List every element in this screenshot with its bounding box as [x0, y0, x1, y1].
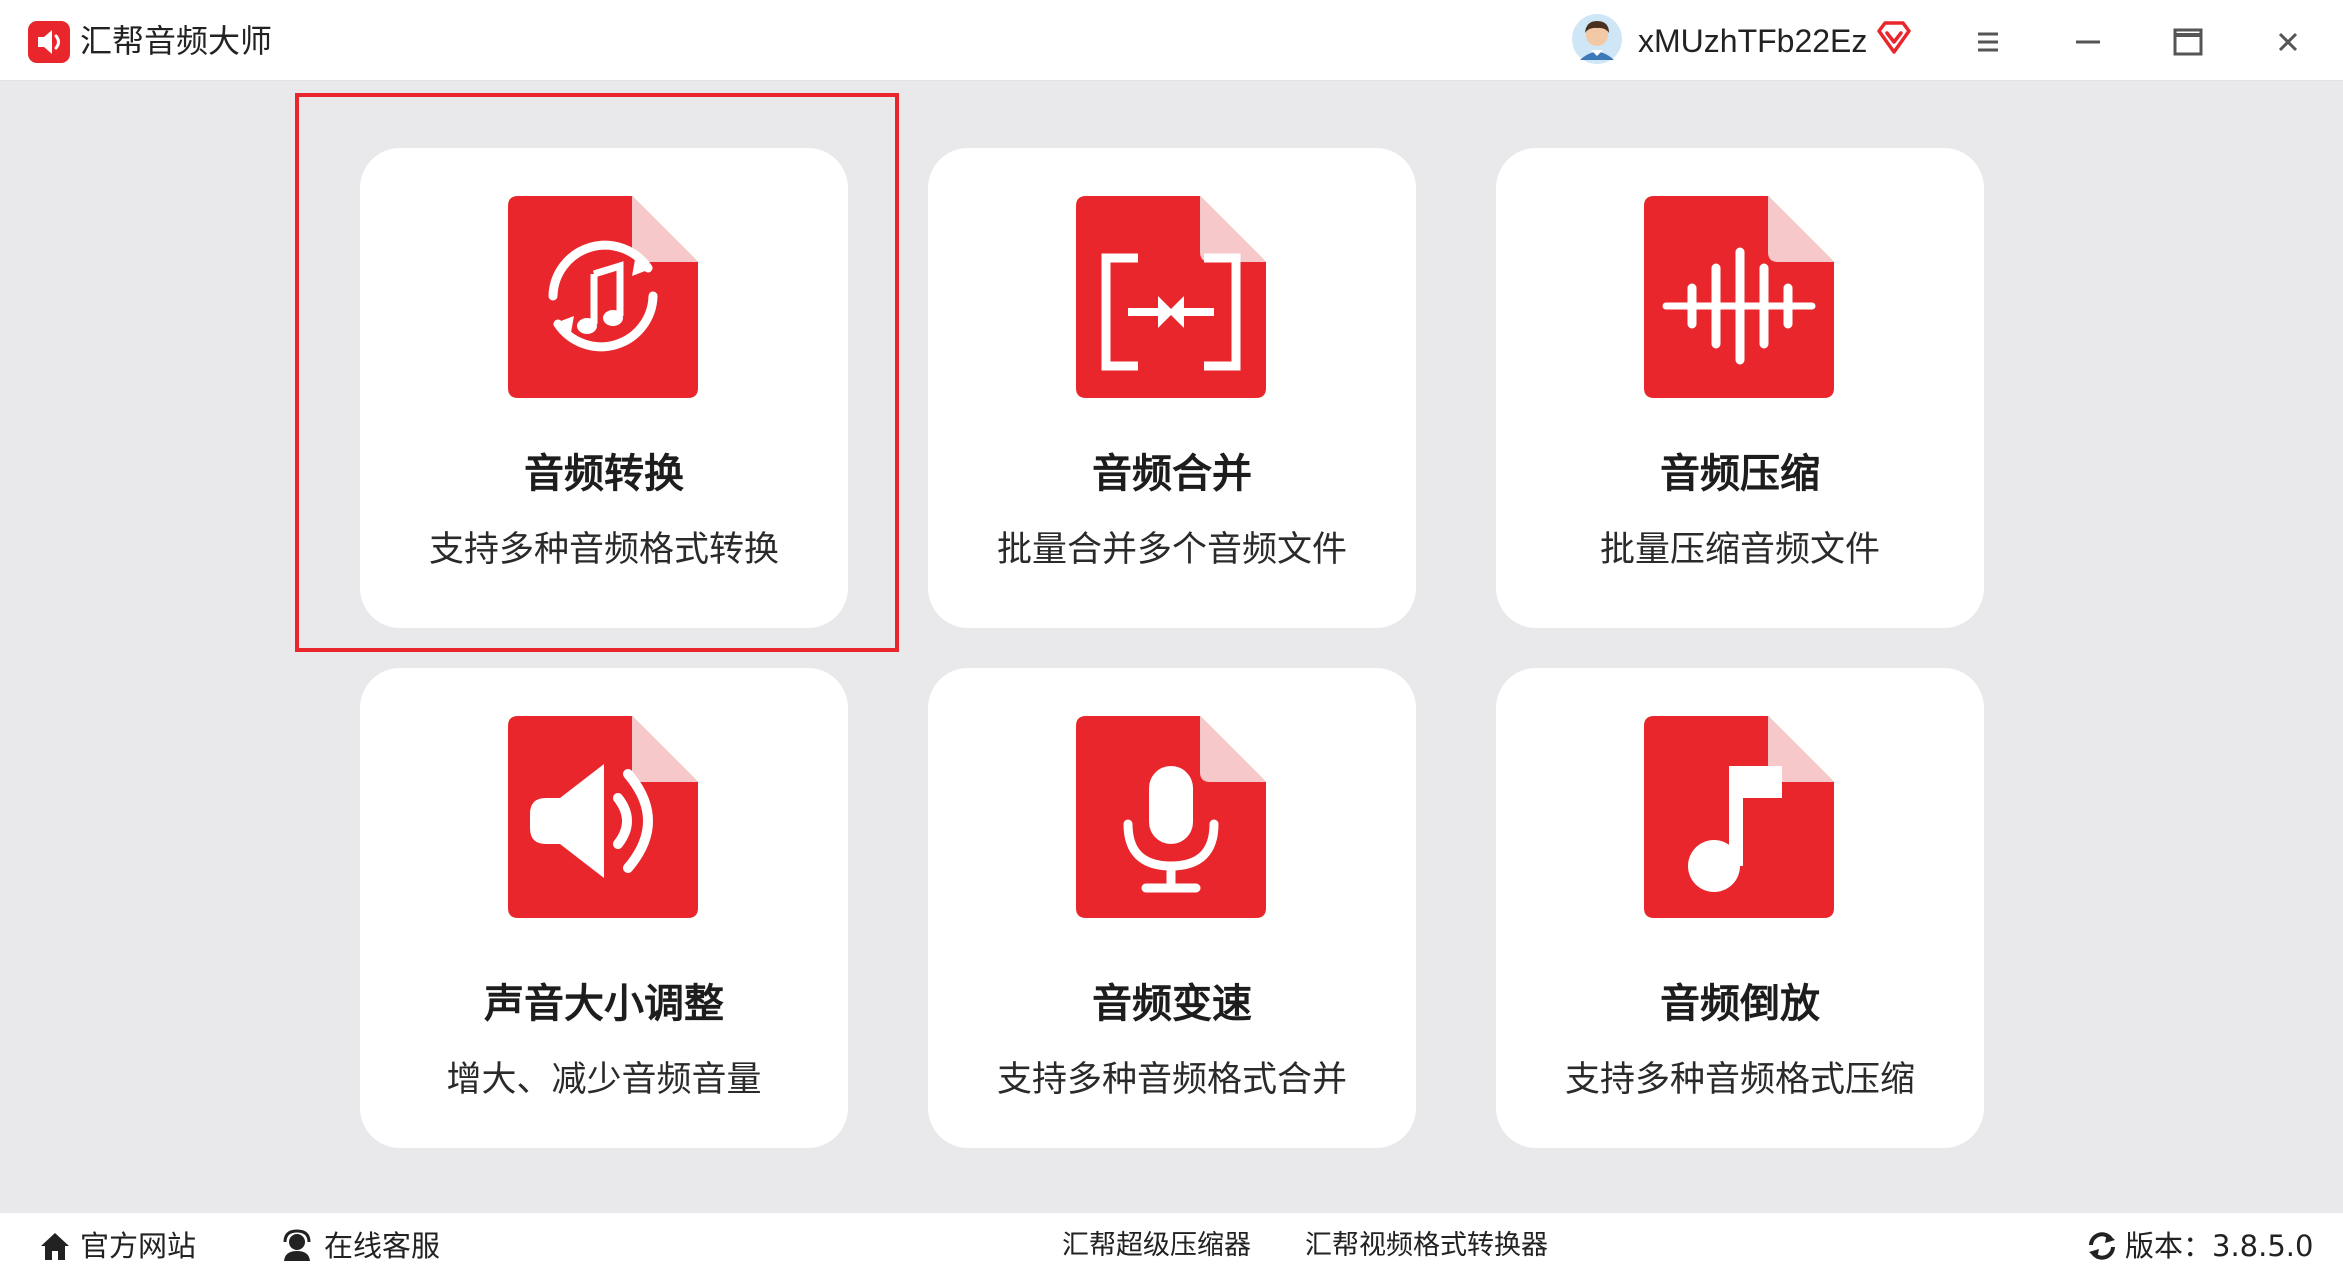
selected-highlight-frame — [295, 93, 899, 652]
tool-card-audio-merge[interactable]: 音频合并 批量合并多个音频文件 — [928, 148, 1416, 628]
username[interactable]: xMUzhTFb22Ez — [1638, 18, 1867, 64]
card-title: 音频变速 — [1092, 981, 1252, 1027]
music-note-icon — [1644, 716, 1834, 918]
tool-card-volume-adjust[interactable]: 声音大小调整 增大、减少音频音量 — [360, 668, 848, 1148]
tool-card-audio-reverse[interactable]: 音频倒放 支持多种音频格式压缩 — [1496, 668, 1984, 1148]
version-info[interactable]: 版本：3.8.5.0 — [2085, 1213, 2335, 1279]
status-bar: 官方网站 在线客服 汇帮超级压缩器 汇帮视频格式转换器 版本：3.8.5.0 — [0, 1213, 2343, 1279]
minimize-icon[interactable] — [2068, 22, 2108, 62]
title-bar: 汇帮音频大师 xMUzhTFb22Ez — [0, 0, 2343, 81]
card-title: 声音大小调整 — [484, 981, 724, 1027]
headset-icon — [283, 1229, 311, 1261]
microphone-icon — [1076, 716, 1266, 918]
audio-compress-icon — [1644, 196, 1834, 398]
user-avatar-icon[interactable] — [1572, 14, 1622, 64]
card-title: 音频压缩 — [1660, 451, 1820, 497]
card-desc: 支持多种音频格式压缩 — [1564, 1060, 1915, 1100]
hamburger-menu-icon[interactable] — [1968, 22, 2008, 62]
version-label: 版本：3.8.5.0 — [2125, 1229, 2314, 1263]
app-title: 汇帮音频大师 — [80, 22, 273, 60]
online-support-link[interactable]: 在线客服 — [280, 1213, 460, 1279]
card-desc: 批量压缩音频文件 — [1599, 530, 1880, 570]
official-website-label: 官方网站 — [80, 1229, 197, 1263]
online-support-label: 在线客服 — [324, 1229, 441, 1263]
card-desc: 支持多种音频格式合并 — [996, 1060, 1347, 1100]
speaker-logo-icon — [28, 21, 70, 63]
volume-adjust-icon — [508, 716, 698, 918]
super-compressor-link[interactable]: 汇帮超级压缩器 — [1062, 1213, 1251, 1279]
maximize-icon[interactable] — [2168, 22, 2208, 62]
video-converter-link[interactable]: 汇帮视频格式转换器 — [1305, 1213, 1548, 1279]
tool-card-audio-compress[interactable]: 音频压缩 批量压缩音频文件 — [1496, 148, 1984, 628]
vip-diamond-icon[interactable] — [1876, 21, 1912, 55]
card-desc: 增大、减少音频音量 — [446, 1060, 762, 1100]
home-icon — [41, 1233, 69, 1260]
card-title: 音频合并 — [1092, 451, 1252, 497]
card-desc: 批量合并多个音频文件 — [996, 530, 1347, 570]
audio-merge-icon — [1076, 196, 1266, 398]
card-title: 音频倒放 — [1660, 981, 1820, 1027]
refresh-icon — [2089, 1232, 2115, 1260]
tool-card-audio-speed[interactable]: 音频变速 支持多种音频格式合并 — [928, 668, 1416, 1148]
official-website-link[interactable]: 官方网站 — [38, 1213, 208, 1279]
close-icon[interactable] — [2268, 22, 2308, 62]
